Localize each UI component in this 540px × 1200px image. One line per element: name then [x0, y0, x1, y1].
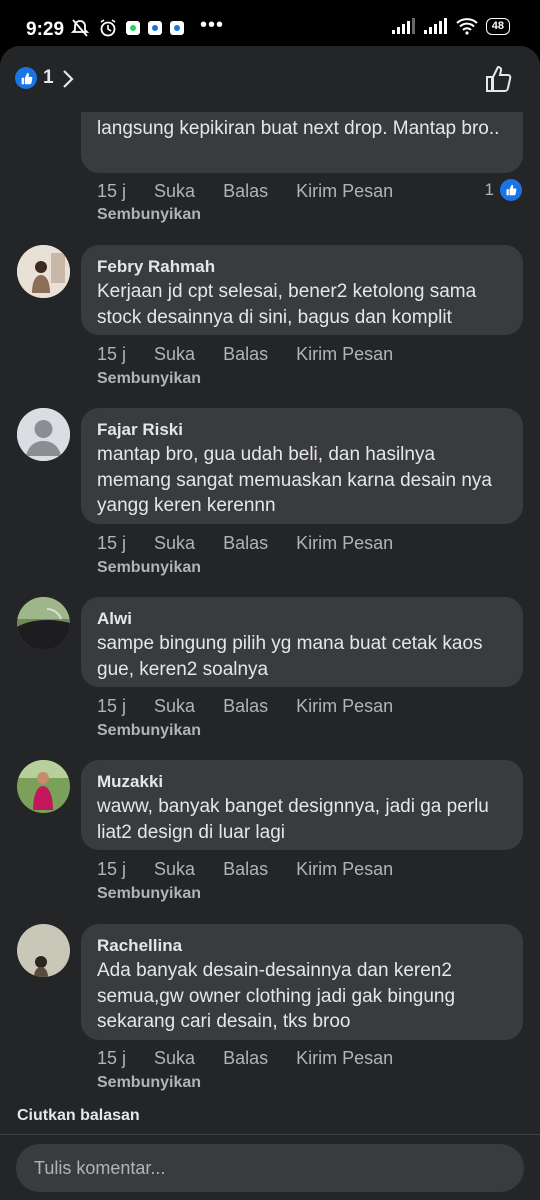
like-button[interactable]: Suka: [154, 694, 195, 718]
comment-time: 15 j: [97, 859, 127, 879]
reply-button[interactable]: Balas: [223, 531, 268, 555]
like-button[interactable]: Suka: [154, 342, 195, 366]
like-button[interactable]: Suka: [154, 179, 195, 203]
comment-input-container[interactable]: [16, 1144, 524, 1192]
comment-text: langsung kepikiran buat next drop. Manta…: [97, 118, 500, 139]
comment-bubble: Fajar Riski mantap bro, gua udah beli, d…: [81, 408, 523, 524]
whatsapp-icon: [126, 21, 140, 35]
hide-button[interactable]: Sembunyikan: [97, 883, 201, 905]
status-time: 9:29: [26, 19, 65, 40]
status-system-icons: 48: [391, 17, 510, 35]
alarm-icon: [100, 19, 116, 37]
send-message-button[interactable]: Kirim Pesan: [296, 531, 393, 555]
comment-text: Ada banyak desain-desainnya dan keren2 s…: [97, 960, 456, 1032]
comment-reaction-number: 1: [484, 180, 494, 199]
like-button[interactable]: Suka: [154, 1046, 195, 1070]
comment-bubble: langsung kepikiran buat next drop. Manta…: [81, 112, 523, 173]
comment-text: Kerjaan jd cpt selesai, bener2 ketolong …: [97, 281, 477, 328]
send-message-button[interactable]: Kirim Pesan: [296, 1046, 393, 1070]
avatar[interactable]: [17, 760, 70, 813]
avatar[interactable]: [17, 408, 70, 461]
comment-text: waww, banyak banget designnya, jadi ga p…: [97, 796, 489, 843]
hide-button[interactable]: Sembunyikan: [97, 557, 201, 579]
app-notification-icon: [148, 21, 162, 35]
thumbs-up-icon[interactable]: [484, 64, 514, 94]
reply-button[interactable]: Balas: [223, 1046, 268, 1070]
like-reaction-icon: [15, 67, 37, 89]
comment-text: mantap bro, gua udah beli, dan hasilnya …: [97, 444, 493, 516]
comment-author[interactable]: Febry Rahmah: [97, 255, 507, 279]
hide-button[interactable]: Sembunyikan: [97, 368, 201, 390]
comment-bubble: Muzakki waww, banyak banget designnya, j…: [81, 760, 523, 850]
comments-sheet: 1 langsung kepikiran buat next drop. Man…: [0, 46, 540, 1200]
send-message-button[interactable]: Kirim Pesan: [296, 857, 393, 881]
status-notification-icons: •••: [70, 14, 224, 38]
comment-author[interactable]: Muzakki: [97, 770, 507, 794]
comment-actions: 15 j Suka Balas Kirim Pesan: [97, 1046, 421, 1070]
reply-button[interactable]: Balas: [223, 342, 268, 366]
avatar[interactable]: [17, 245, 70, 298]
comment-author[interactable]: Alwi: [97, 607, 507, 631]
comment-composer: [0, 1134, 540, 1200]
hide-button[interactable]: Sembunyikan: [97, 1072, 201, 1094]
comment-author[interactable]: Rachellina: [97, 934, 507, 958]
comment-list[interactable]: langsung kepikiran buat next drop. Manta…: [0, 112, 540, 1137]
send-message-button[interactable]: Kirim Pesan: [296, 342, 393, 366]
comment-actions: 15 j Suka Balas Kirim Pesan: [97, 694, 421, 718]
comment-bubble: Febry Rahmah Kerjaan jd cpt selesai, ben…: [81, 245, 523, 335]
hide-button[interactable]: Sembunyikan: [97, 204, 201, 226]
battery-indicator: 48: [485, 17, 510, 35]
reply-button[interactable]: Balas: [223, 857, 268, 881]
more-notifications-icon: •••: [200, 13, 225, 36]
comment-actions: 15 j Suka Balas Kirim Pesan: [97, 857, 421, 881]
comment-reaction-count[interactable]: 1: [485, 179, 522, 201]
reaction-count[interactable]: 1: [43, 67, 54, 89]
comment-bubble: Alwi sampe bingung pilih yg mana buat ce…: [81, 597, 523, 687]
collapse-replies-button[interactable]: Ciutkan balasan: [17, 1107, 140, 1125]
facebook-notification-icon: [170, 21, 184, 35]
comment-actions: 15 j Suka Balas Kirim Pesan: [97, 342, 421, 366]
like-button[interactable]: Suka: [154, 857, 195, 881]
comment-time: 15 j: [97, 533, 127, 553]
hide-button[interactable]: Sembunyikan: [97, 720, 201, 742]
signal-icon-2: [423, 18, 447, 34]
reply-button[interactable]: Balas: [223, 694, 268, 718]
like-button[interactable]: Suka: [154, 531, 195, 555]
send-message-button[interactable]: Kirim Pesan: [296, 179, 393, 203]
comment-time: 15 j: [97, 344, 127, 364]
comment-bubble: Rachellina Ada banyak desain-desainnya d…: [81, 924, 523, 1040]
comment-actions: 15 j Suka Balas Kirim Pesan: [97, 531, 421, 555]
comment-time: 15 j: [97, 181, 127, 201]
avatar[interactable]: [17, 597, 70, 650]
comment-text: sampe bingung pilih yg mana buat cetak k…: [97, 633, 483, 680]
send-message-button[interactable]: Kirim Pesan: [296, 694, 393, 718]
reactions-header: 1: [0, 46, 540, 112]
comment-time: 15 j: [97, 696, 127, 716]
avatar[interactable]: [17, 924, 70, 977]
comment-author[interactable]: Fajar Riski: [97, 418, 507, 442]
mute-icon: [70, 19, 90, 37]
reply-button[interactable]: Balas: [223, 179, 268, 203]
comment-time: 15 j: [97, 1048, 127, 1068]
signal-icon: [391, 18, 415, 34]
comment-actions: 15 j Suka Balas Kirim Pesan: [97, 179, 421, 203]
chevron-right-icon[interactable]: [61, 68, 75, 90]
like-reaction-icon: [500, 179, 522, 201]
wifi-icon: [456, 18, 478, 35]
comment-input[interactable]: [16, 1144, 524, 1192]
